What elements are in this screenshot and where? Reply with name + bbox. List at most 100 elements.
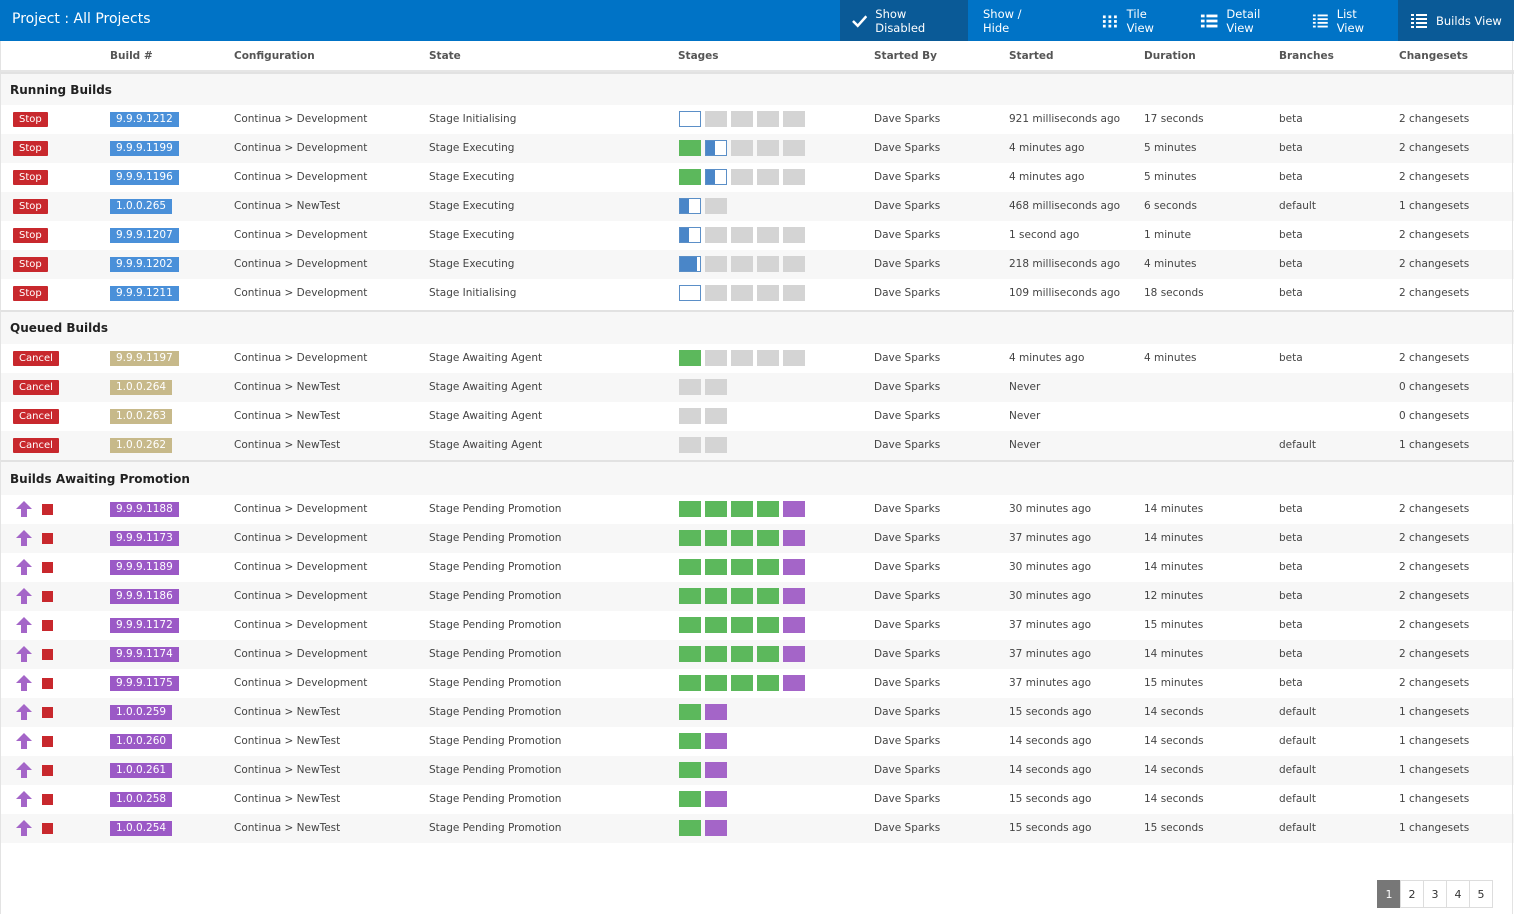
build-number-badge[interactable]: 1.0.0.262 (110, 438, 173, 453)
changesets-cell[interactable]: 2 changesets (1399, 590, 1469, 602)
stage-block-green[interactable] (679, 617, 701, 633)
stage-block-grey[interactable] (731, 169, 753, 185)
stage-block-green[interactable] (679, 350, 701, 366)
stop-square-icon[interactable] (42, 562, 53, 573)
stop-button[interactable]: Stop (13, 286, 48, 301)
stage-block-green[interactable] (705, 646, 727, 662)
promote-arrow-icon[interactable] (15, 674, 33, 695)
stage-block-green[interactable] (679, 530, 701, 546)
build-row[interactable]: 9.9.9.1173 Continua > Development Stage Pe… (0, 524, 1514, 553)
build-row[interactable]: Stop 9.9.9.1196 Continua > Development Stag… (0, 163, 1514, 192)
stage-block-grey[interactable] (731, 111, 753, 127)
stage-block-half[interactable] (705, 169, 727, 185)
promote-arrow-icon[interactable] (15, 819, 33, 840)
stage-block-grey[interactable] (731, 227, 753, 243)
stage-block-grey[interactable] (783, 285, 805, 301)
column-header-started-by[interactable]: Started By (874, 50, 937, 62)
changesets-cell[interactable]: 2 changesets (1399, 113, 1469, 125)
column-header-branches[interactable]: Branches (1279, 50, 1334, 62)
stop-square-icon[interactable] (42, 678, 53, 689)
changesets-cell[interactable]: 1 changesets (1399, 735, 1469, 747)
build-row[interactable]: Stop 9.9.9.1202 Continua > Development Stag… (0, 250, 1514, 279)
build-number-badge[interactable]: 9.9.9.1207 (110, 228, 179, 243)
stage-block-grey[interactable] (705, 350, 727, 366)
stage-block-grey[interactable] (783, 227, 805, 243)
promote-arrow-icon[interactable] (15, 558, 33, 579)
stage-block-green[interactable] (757, 617, 779, 633)
cancel-button[interactable]: Cancel (13, 409, 59, 424)
stage-block-purple[interactable] (705, 704, 727, 720)
stage-block-half[interactable] (679, 198, 701, 214)
stage-block-purple[interactable] (783, 501, 805, 517)
stage-block-green[interactable] (705, 617, 727, 633)
column-header-configuration[interactable]: Configuration (234, 50, 315, 62)
build-row[interactable]: 9.9.9.1186 Continua > Development Stage Pe… (0, 582, 1514, 611)
stop-button[interactable]: Stop (13, 170, 48, 185)
stage-block-grey[interactable] (757, 285, 779, 301)
promote-arrow-icon[interactable] (15, 500, 33, 521)
column-header-state[interactable]: State (429, 50, 461, 62)
stage-block-green[interactable] (731, 617, 753, 633)
stage-block-green[interactable] (679, 559, 701, 575)
build-number-badge[interactable]: 9.9.9.1173 (110, 531, 179, 546)
build-number-badge[interactable]: 1.0.0.259 (110, 705, 173, 720)
build-row[interactable]: Cancel 9.9.9.1197 Continua > Development St… (0, 344, 1514, 373)
stage-block-green[interactable] (679, 675, 701, 691)
changesets-cell[interactable]: 1 changesets (1399, 706, 1469, 718)
stage-block-purple[interactable] (705, 733, 727, 749)
stage-block-purple[interactable] (783, 617, 805, 633)
stage-block-grey[interactable] (705, 256, 727, 272)
build-number-badge[interactable]: 1.0.0.260 (110, 734, 173, 749)
stage-block-green[interactable] (679, 820, 701, 836)
stage-block-grey[interactable] (705, 285, 727, 301)
changesets-cell[interactable]: 2 changesets (1399, 619, 1469, 631)
stage-block-grey[interactable] (679, 379, 701, 395)
stage-block-green[interactable] (679, 501, 701, 517)
build-row[interactable]: Cancel 1.0.0.262 Continua > NewTest Stage A… (0, 431, 1514, 460)
cancel-button[interactable]: Cancel (13, 438, 59, 453)
stop-square-icon[interactable] (42, 823, 53, 834)
stage-block-green[interactable] (757, 530, 779, 546)
stage-block-half[interactable] (679, 227, 701, 243)
build-number-badge[interactable]: 9.9.9.1189 (110, 560, 179, 575)
stage-block-purple[interactable] (783, 559, 805, 575)
stage-block-grey[interactable] (757, 111, 779, 127)
column-header-started[interactable]: Started (1009, 50, 1054, 62)
stage-block-grey[interactable] (783, 140, 805, 156)
tile-view-button[interactable]: Tile View (1090, 0, 1186, 41)
changesets-cell[interactable]: 2 changesets (1399, 229, 1469, 241)
stop-square-icon[interactable] (42, 504, 53, 515)
stage-block-grey[interactable] (705, 408, 727, 424)
build-row[interactable]: Cancel 1.0.0.263 Continua > NewTest Stage A… (0, 402, 1514, 431)
build-number-badge[interactable]: 9.9.9.1196 (110, 170, 179, 185)
changesets-cell[interactable]: 0 changesets (1399, 410, 1469, 422)
build-number-badge[interactable]: 9.9.9.1211 (110, 286, 179, 301)
changesets-cell[interactable]: 2 changesets (1399, 503, 1469, 515)
changesets-cell[interactable]: 0 changesets (1399, 381, 1469, 393)
stage-block-green[interactable] (679, 169, 701, 185)
list-view-button[interactable]: List View (1300, 0, 1396, 41)
promote-arrow-icon[interactable] (15, 761, 33, 782)
stage-block-purple[interactable] (705, 762, 727, 778)
stop-square-icon[interactable] (42, 736, 53, 747)
stage-block-green[interactable] (705, 501, 727, 517)
build-number-badge[interactable]: 9.9.9.1199 (110, 141, 179, 156)
stage-block-green[interactable] (757, 675, 779, 691)
promote-arrow-icon[interactable] (15, 732, 33, 753)
stop-square-icon[interactable] (42, 533, 53, 544)
stage-block-grey[interactable] (783, 256, 805, 272)
column-header-duration[interactable]: Duration (1144, 50, 1196, 62)
stop-button[interactable]: Stop (13, 141, 48, 156)
build-number-badge[interactable]: 1.0.0.265 (110, 199, 173, 214)
stage-block-grey[interactable] (783, 111, 805, 127)
stage-block-green[interactable] (731, 501, 753, 517)
page-5-button[interactable]: 5 (1469, 880, 1493, 908)
stage-block-purple[interactable] (783, 530, 805, 546)
stage-block-green[interactable] (705, 675, 727, 691)
stage-block-grey[interactable] (731, 350, 753, 366)
build-number-badge[interactable]: 1.0.0.264 (110, 380, 173, 395)
stage-block-grey[interactable] (731, 285, 753, 301)
stage-block-purple[interactable] (783, 675, 805, 691)
stage-block-purple[interactable] (705, 791, 727, 807)
changesets-cell[interactable]: 2 changesets (1399, 258, 1469, 270)
